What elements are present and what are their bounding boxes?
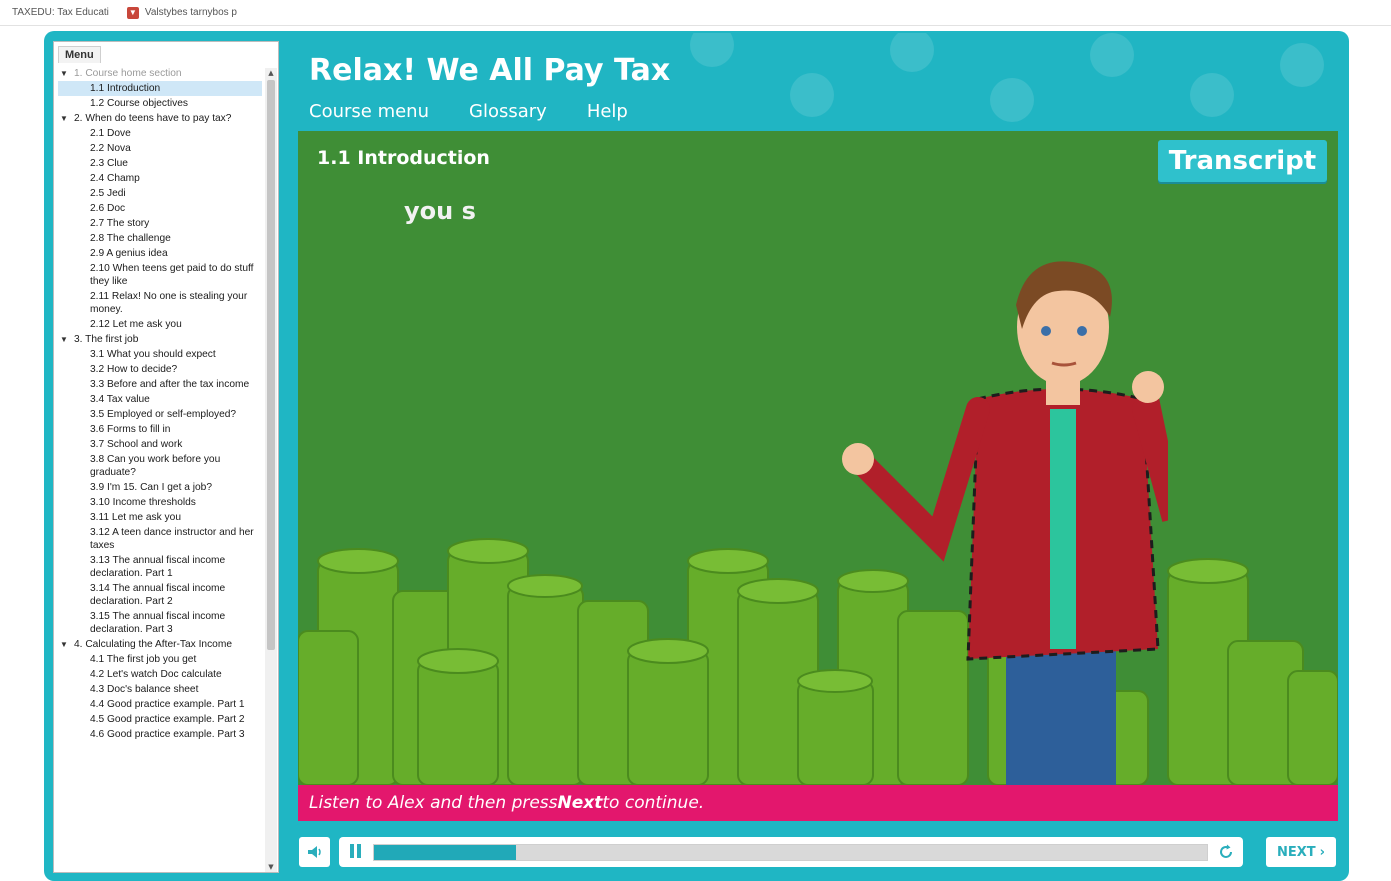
bookmarks-bar: TAXEDU: Tax Educati ▼ Valstybes tarnybos… xyxy=(0,0,1391,26)
money-pattern-icon xyxy=(990,78,1034,122)
menu-item[interactable]: 2.1 Dove xyxy=(54,126,266,141)
menu-section[interactable]: ▼ 1. Course home section xyxy=(54,66,266,81)
menu-item[interactable]: 3.1 What you should expect xyxy=(54,347,266,362)
collapse-arrow-icon[interactable]: ▼ xyxy=(60,638,74,651)
menu-item[interactable]: 2.10 When teens get paid to do stuff the… xyxy=(54,261,266,289)
bookmark-valstybes[interactable]: ▼ Valstybes tarnybos p xyxy=(126,6,237,19)
menu-section[interactable]: ▼ 2. When do teens have to pay tax? xyxy=(54,111,266,126)
menu-section-label: 4. Calculating the After-Tax Income xyxy=(74,639,232,650)
menu-item[interactable]: 2.12 Let me ask you xyxy=(54,317,266,332)
volume-button[interactable] xyxy=(299,837,330,867)
shield-icon: ▼ xyxy=(126,6,139,19)
instruction-text-before: Listen to Alex and then press xyxy=(309,793,558,813)
menu-item[interactable]: 4.2 Let's watch Doc calculate xyxy=(54,667,266,682)
instruction-bar: Listen to Alex and then press Next to co… xyxy=(298,785,1338,821)
menu-item[interactable]: 2.5 Jedi xyxy=(54,186,266,201)
presenter-character xyxy=(842,261,1168,785)
pause-icon xyxy=(349,844,354,858)
money-pattern-icon xyxy=(890,33,934,72)
collapse-arrow-icon[interactable]: ▼ xyxy=(60,67,74,80)
pause-icon xyxy=(356,844,361,858)
euro-coins-illustration xyxy=(298,538,1338,785)
menu-item[interactable]: 2.8 The challenge xyxy=(54,231,266,246)
scroll-down-icon[interactable]: ▼ xyxy=(265,862,277,872)
menu-item[interactable]: 3.3 Before and after the tax income xyxy=(54,377,266,392)
menu-item[interactable]: 2.11 Relax! No one is stealing your mone… xyxy=(54,289,266,317)
subtitle-caption: you s xyxy=(404,197,476,225)
bookmark-label: TAXEDU: Tax Educati xyxy=(12,7,109,18)
instruction-text-after: to continue. xyxy=(602,793,705,813)
bookmark-label: Valstybes tarnybos p xyxy=(144,7,237,18)
menu-item[interactable]: 2.9 A genius idea xyxy=(54,246,266,261)
instruction-text-bold: Next xyxy=(557,793,603,813)
menu-item[interactable]: 4.5 Good practice example. Part 2 xyxy=(54,712,266,727)
next-button[interactable]: NEXT › xyxy=(1266,837,1336,867)
menu-item[interactable]: 3.5 Employed or self-employed? xyxy=(54,407,266,422)
course-header: Relax! We All Pay Tax Course menu Glossa… xyxy=(290,33,1345,131)
pause-button[interactable] xyxy=(347,844,363,860)
menu-item[interactable]: 3.4 Tax value xyxy=(54,392,266,407)
menu-item[interactable]: 3.12 A teen dance instructor and her tax… xyxy=(54,525,266,553)
menu-item[interactable]: 2.2 Nova xyxy=(54,141,266,156)
nav-glossary[interactable]: Glossary xyxy=(469,101,547,122)
menu-section-label: 3. The first job xyxy=(74,334,139,345)
collapse-arrow-icon[interactable]: ▼ xyxy=(60,333,74,346)
menu-item[interactable]: 3.6 Forms to fill in xyxy=(54,422,266,437)
slide-stage: 1.1 Introduction you s Transcript xyxy=(298,131,1338,785)
menu-section-label: 2. When do teens have to pay tax? xyxy=(74,113,232,124)
menu-panel: Menu ▼ 1. Course home section 1.1 Introduc… xyxy=(53,41,279,873)
replay-icon[interactable] xyxy=(1217,843,1235,861)
scroll-up-icon[interactable]: ▲ xyxy=(265,68,277,78)
menu-list: ▼ 1. Course home section 1.1 Introduction 1… xyxy=(54,66,266,872)
menu-item[interactable]: 1.1 Introduction xyxy=(58,81,262,96)
collapse-arrow-icon[interactable]: ▼ xyxy=(60,112,74,125)
next-button-label: NEXT xyxy=(1276,844,1316,860)
menu-item[interactable]: 3.14 The annual fiscal income declaratio… xyxy=(54,581,266,609)
nav-help[interactable]: Help xyxy=(587,101,628,122)
menu-item[interactable]: 3.2 How to decide? xyxy=(54,362,266,377)
menu-item[interactable]: 1.2 Course objectives xyxy=(54,96,266,111)
money-pattern-icon xyxy=(1090,33,1134,77)
menu-scrollbar[interactable]: ▲ ▼ xyxy=(265,68,277,872)
menu-item[interactable]: 3.8 Can you work before you graduate? xyxy=(54,452,266,480)
transcript-button[interactable]: Transcript xyxy=(1158,140,1327,182)
money-pattern-icon xyxy=(790,73,834,117)
menu-item[interactable]: 2.6 Doc xyxy=(54,201,266,216)
bookmark-taxedu[interactable]: TAXEDU: Tax Educati xyxy=(12,7,109,18)
speaker-icon xyxy=(307,846,321,858)
menu-item[interactable]: 3.13 The annual fiscal income declaratio… xyxy=(54,553,266,581)
slide-title: 1.1 Introduction xyxy=(317,147,490,169)
progress-fill xyxy=(374,845,516,860)
menu-item[interactable]: 3.7 School and work xyxy=(54,437,266,452)
menu-item[interactable]: 2.3 Clue xyxy=(54,156,266,171)
menu-item[interactable]: 4.3 Doc's balance sheet xyxy=(54,682,266,697)
menu-item[interactable]: 4.4 Good practice example. Part 1 xyxy=(54,697,266,712)
menu-item[interactable]: 3.10 Income thresholds xyxy=(54,495,266,510)
money-pattern-icon xyxy=(1190,73,1234,117)
menu-item[interactable]: 4.1 The first job you get xyxy=(54,652,266,667)
menu-tab[interactable]: Menu xyxy=(58,46,101,63)
nav-course-menu[interactable]: Course menu xyxy=(309,101,429,122)
menu-section-label: 1. Course home section xyxy=(74,68,182,79)
money-pattern-icon xyxy=(1280,43,1324,87)
menu-item[interactable]: 2.4 Champ xyxy=(54,171,266,186)
course-title: Relax! We All Pay Tax xyxy=(309,53,671,88)
menu-item[interactable]: 3.15 The annual fiscal income declaratio… xyxy=(54,609,266,637)
menu-item[interactable]: 2.7 The story xyxy=(54,216,266,231)
menu-section[interactable]: ▼ 3. The first job xyxy=(54,332,266,347)
menu-item[interactable]: 4.6 Good practice example. Part 3 xyxy=(54,727,266,742)
progress-track[interactable] xyxy=(373,844,1208,861)
menu-section[interactable]: ▼ 4. Calculating the After-Tax Income xyxy=(54,637,266,652)
menu-item[interactable]: 3.9 I'm 15. Can I get a job? xyxy=(54,480,266,495)
scroll-thumb[interactable] xyxy=(267,80,275,650)
course-nav: Course menu Glossary Help xyxy=(309,101,628,122)
menu-item[interactable]: 3.11 Let me ask you xyxy=(54,510,266,525)
money-pattern-icon xyxy=(690,33,734,67)
chevron-right-icon: › xyxy=(1319,844,1325,860)
playback-bar xyxy=(339,837,1243,867)
